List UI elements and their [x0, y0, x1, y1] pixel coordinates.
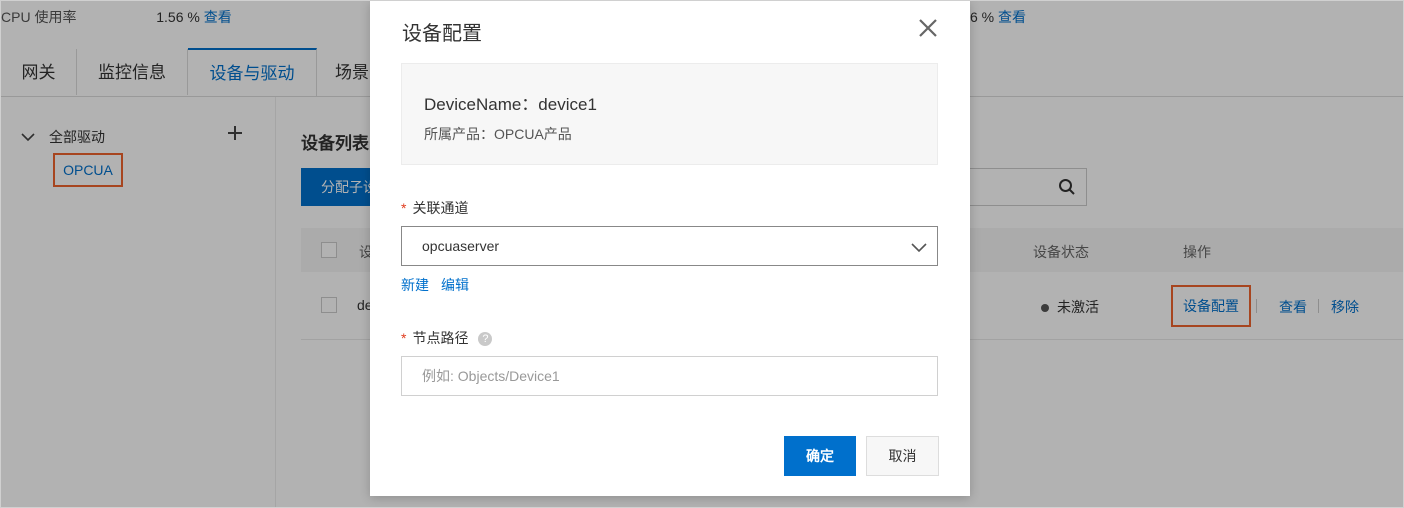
cancel-button[interactable]: 取消 [866, 436, 939, 476]
required-mark: * [401, 330, 407, 346]
channel-links: 新建 编辑 [401, 275, 481, 295]
channel-select-value: opcuaserver [422, 238, 500, 254]
device-info-box: DeviceName：device1 所属产品：OPCUA产品 [401, 63, 938, 165]
channel-label-text: 关联通道 [412, 200, 469, 216]
path-label: * 节点路径? [401, 328, 493, 348]
edit-channel-link[interactable]: 编辑 [441, 277, 469, 293]
product-text: 所属产品：OPCUA产品 [424, 126, 572, 142]
path-label-text: 节点路径 [412, 330, 469, 346]
close-icon[interactable] [917, 17, 941, 41]
confirm-button[interactable]: 确定 [784, 436, 856, 476]
device-config-dialog: 设备配置 DeviceName：device1 所属产品：OPCUA产品 * 关联… [370, 1, 970, 496]
channel-select[interactable]: opcuaserver [401, 226, 938, 266]
help-icon[interactable]: ? [478, 332, 493, 347]
device-name-text: DeviceName：device1 [424, 95, 597, 114]
app-frame: CPU 使用率 1.56 % 查看 6 % 查看 网关 监控信息 设备与驱动 场… [0, 0, 1404, 508]
new-channel-link[interactable]: 新建 [401, 277, 429, 293]
channel-label: * 关联通道 [401, 198, 468, 218]
dialog-title: 设备配置 [402, 23, 482, 45]
chevron-down-icon [911, 240, 927, 256]
node-path-input[interactable] [401, 356, 938, 396]
required-mark: * [401, 200, 407, 216]
